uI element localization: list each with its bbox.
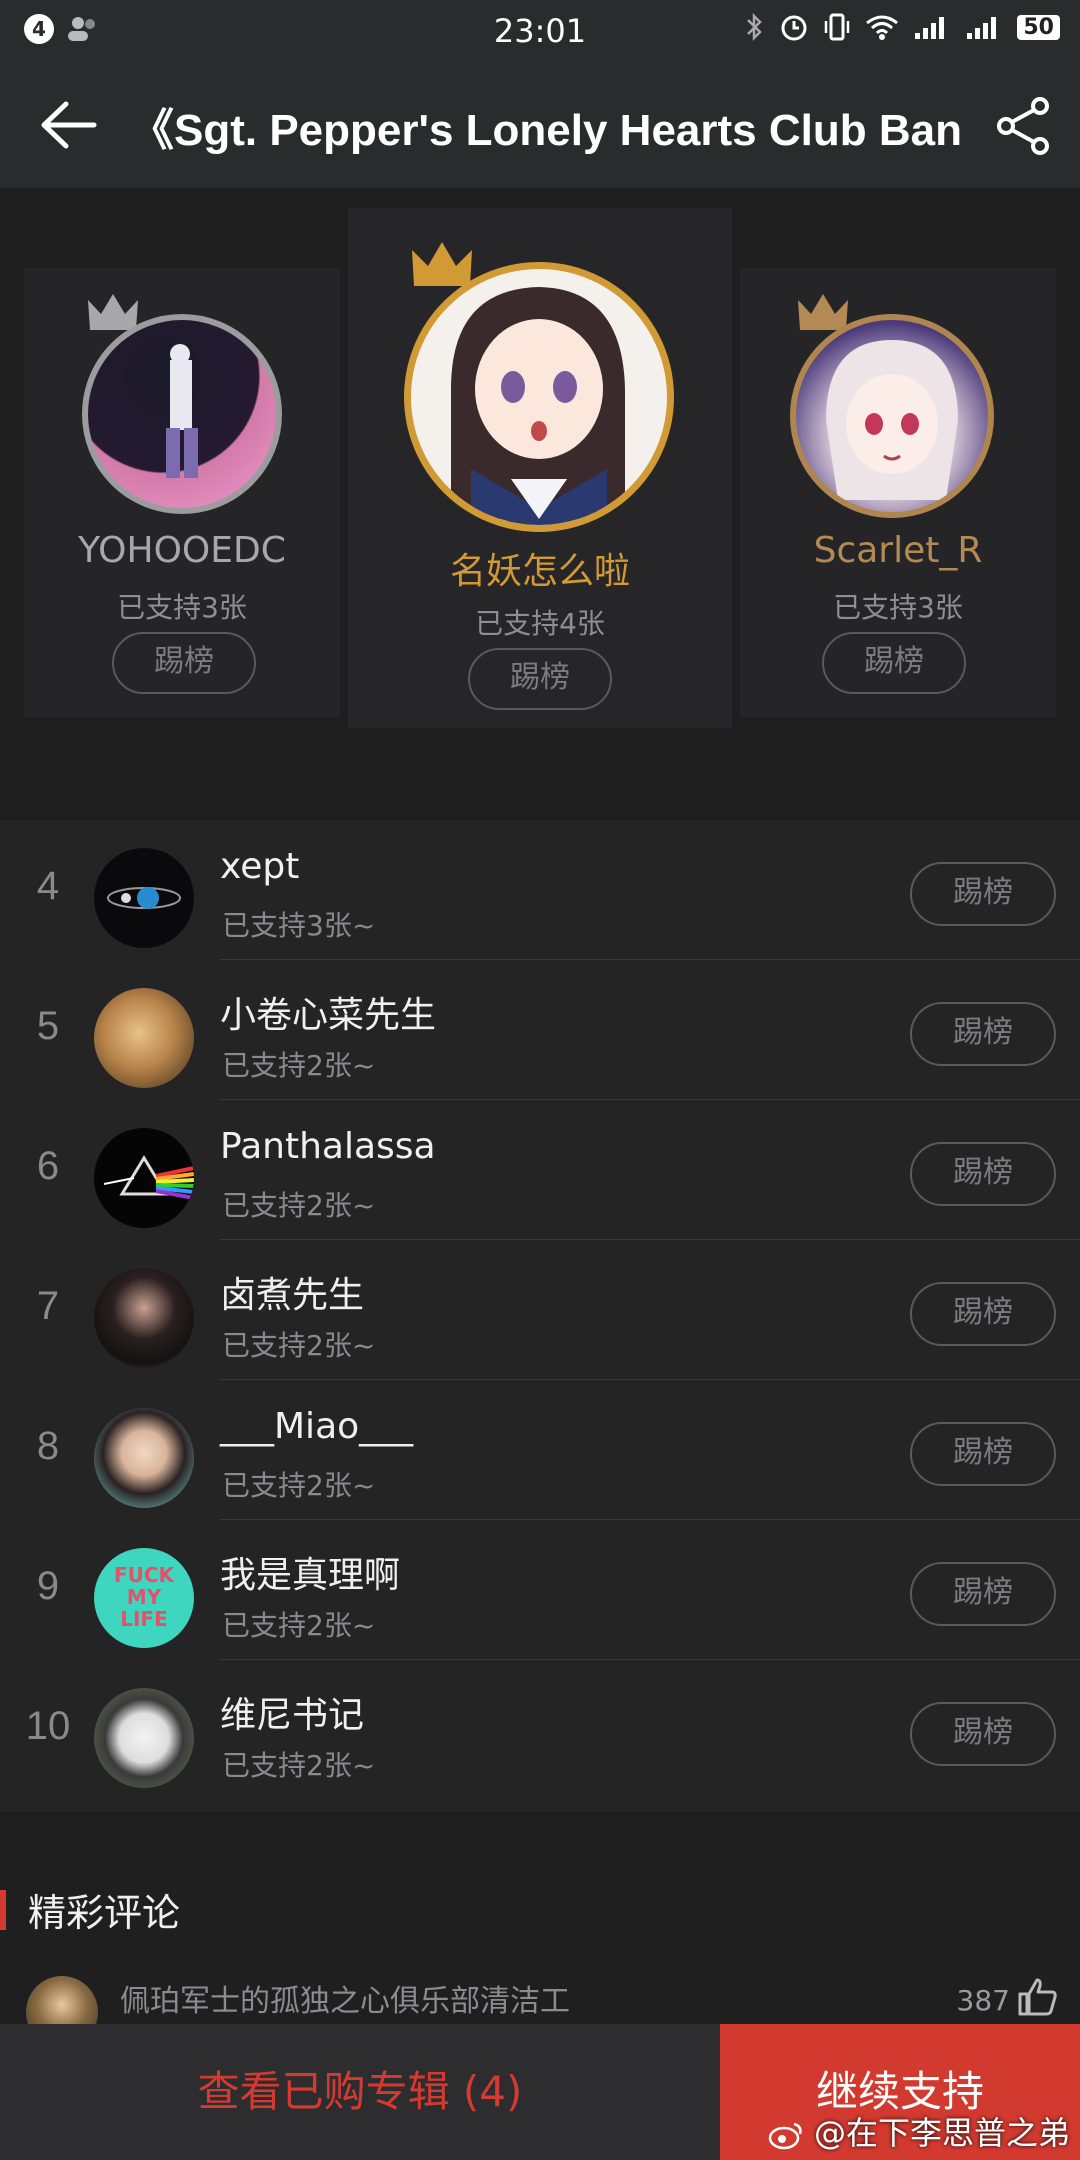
weibo-watermark: @在下李思普之弟 [768,2108,1070,2154]
user-name: 卤煮先生 [220,1275,365,1316]
avatar[interactable]: FUCK MY LIFE [94,1548,194,1648]
avatar[interactable] [94,1268,194,1368]
list-item[interactable]: 6 Panthalassa 已支持2张~ 踢榜 [0,1100,1080,1240]
bluetooth-icon [747,12,763,42]
kick-button[interactable]: 踢榜 [910,1702,1056,1766]
support-count: 已支持2张~ [222,1469,376,1502]
header-bar: 《Sgt. Pepper's Lonely Hearts Club Band (… [0,62,1080,188]
podium-card-second: YOHOOEDC 已支持3张 踢榜 [24,268,340,718]
list-item[interactable]: 8 ___Miao___ 已支持2张~ 踢榜 [0,1380,1080,1520]
support-count: 已支持2张~ [222,1189,376,1222]
user-name: 我是真理啊 [220,1555,401,1596]
podium-info-third: 已支持3张 [833,591,963,624]
comments-title: 精彩评论 [28,1891,181,1935]
thumbs-up-icon[interactable] [1016,1976,1058,2016]
kick-button[interactable]: 踢榜 [910,862,1056,926]
rank-number: 7 [36,1284,60,1328]
comment-text: 佩珀军士的孤独之心俱乐部清洁工 [120,1984,570,2019]
user-name: 小卷心菜先生 [220,995,437,1036]
avatar[interactable] [94,1688,194,1788]
kick-button[interactable]: 踢榜 [910,1142,1056,1206]
avatar[interactable] [94,848,194,948]
section-accent-bar [0,1890,6,1930]
vibrate-icon [825,13,850,41]
user-name: xept [220,846,300,887]
comment-like-count: 387 [956,1984,1010,2017]
podium-name-third: Scarlet_R [813,530,983,571]
avatar-anime-white-hair [826,340,958,500]
rank-number: 8 [36,1424,60,1468]
podium-name-first: 名妖怎么啦 [449,551,630,592]
podium-card-third: Scarlet_R 已支持3张 踢榜 [740,268,1056,718]
svg-text:LIFE: LIFE [120,1607,168,1631]
support-count: 已支持3张~ [222,909,376,942]
weibo-logo-icon [768,2122,802,2150]
kick-button[interactable]: 踢榜 [910,1562,1056,1626]
svg-text:MY: MY [127,1585,162,1609]
share-button[interactable] [994,96,1054,156]
avatar[interactable] [94,1408,194,1508]
kick-button-first[interactable]: 踢榜 [468,648,612,710]
podium-name-second: YOHOOEDC [78,530,286,571]
arrow-left-icon [41,101,97,149]
avatar-prism [103,1155,194,1200]
avatar-orbit-planet [107,887,181,909]
support-count: 已支持2张~ [222,1049,376,1082]
signal-icon-2 [967,17,997,39]
comments-section: 精彩评论 佩珀军士的孤独之心俱乐部清洁工 387 [0,1836,1080,2048]
avatar[interactable] [94,988,194,1088]
avatar-second[interactable] [82,314,282,514]
alarm-icon [781,15,807,41]
status-bar: 4 23:01 50 [0,0,1080,62]
view-purchased-albums-button[interactable]: 查看已购专辑 (4) [0,2024,720,2160]
user-name: ___Miao___ [220,1406,414,1447]
support-count: 已支持2张~ [222,1329,376,1362]
avatar[interactable] [94,1128,194,1228]
list-item[interactable]: 5 小卷心菜先生 已支持2张~ 踢榜 [0,960,1080,1100]
rank-number: 9 [36,1564,60,1608]
watermark-text: @在下李思普之弟 [813,2114,1070,2152]
page-title: 《Sgt. Pepper's Lonely Hearts Club Band (… [130,106,960,155]
avatar-first[interactable] [404,262,674,532]
top-three-podium: YOHOOEDC 已支持3张 踢榜 名妖怎么啦 已支持4张 踢榜 Scarlet… [0,188,1080,748]
kick-button[interactable]: 踢榜 [910,1422,1056,1486]
share-icon [997,97,1049,155]
podium-info-first: 已支持4张 [475,607,605,640]
wifi-icon [866,15,899,40]
list-item[interactable]: 10 维尼书记 已支持2张~ 踢榜 [0,1660,1080,1800]
support-count: 已支持2张~ [222,1749,376,1782]
podium-card-first: 名妖怎么啦 已支持4张 踢榜 [348,208,732,728]
kick-button-second[interactable]: 踢榜 [112,632,256,694]
back-button[interactable] [36,92,106,158]
avatar-third[interactable] [790,314,994,518]
ranking-list: 4 xept 已支持3张~ 踢榜 5 小卷心菜先生 已支持2张~ 踢榜 6 Pa… [0,820,1080,1812]
avatar-text-logo: FUCKMYLIFE [114,1563,176,1631]
user-name: Panthalassa [220,1126,436,1167]
svg-text:FUCK: FUCK [114,1563,176,1587]
user-name: 维尼书记 [220,1695,365,1736]
list-item[interactable]: 9 FUCK MY LIFE 我是真理啊 已支持2张~ 踢榜 [0,1520,1080,1660]
signal-icon-1 [915,17,945,39]
list-item[interactable]: 4 xept 已支持3张~ 踢榜 [0,820,1080,960]
battery-indicator: 50 [1017,14,1060,40]
avatar-figure-silhouette [166,344,198,478]
rank-number: 10 [25,1704,71,1748]
rank-number: 6 [36,1144,60,1188]
kick-button[interactable]: 踢榜 [910,1002,1056,1066]
support-count: 已支持2张~ [222,1609,376,1642]
podium-info-second: 已支持3张 [117,591,247,624]
avatar-anime-girl [451,287,626,525]
kick-button[interactable]: 踢榜 [910,1282,1056,1346]
kick-button-third[interactable]: 踢榜 [822,632,966,694]
rank-number: 5 [36,1004,60,1048]
list-item[interactable]: 7 卤煮先生 已支持2张~ 踢榜 [0,1240,1080,1380]
rank-number: 4 [36,864,60,908]
